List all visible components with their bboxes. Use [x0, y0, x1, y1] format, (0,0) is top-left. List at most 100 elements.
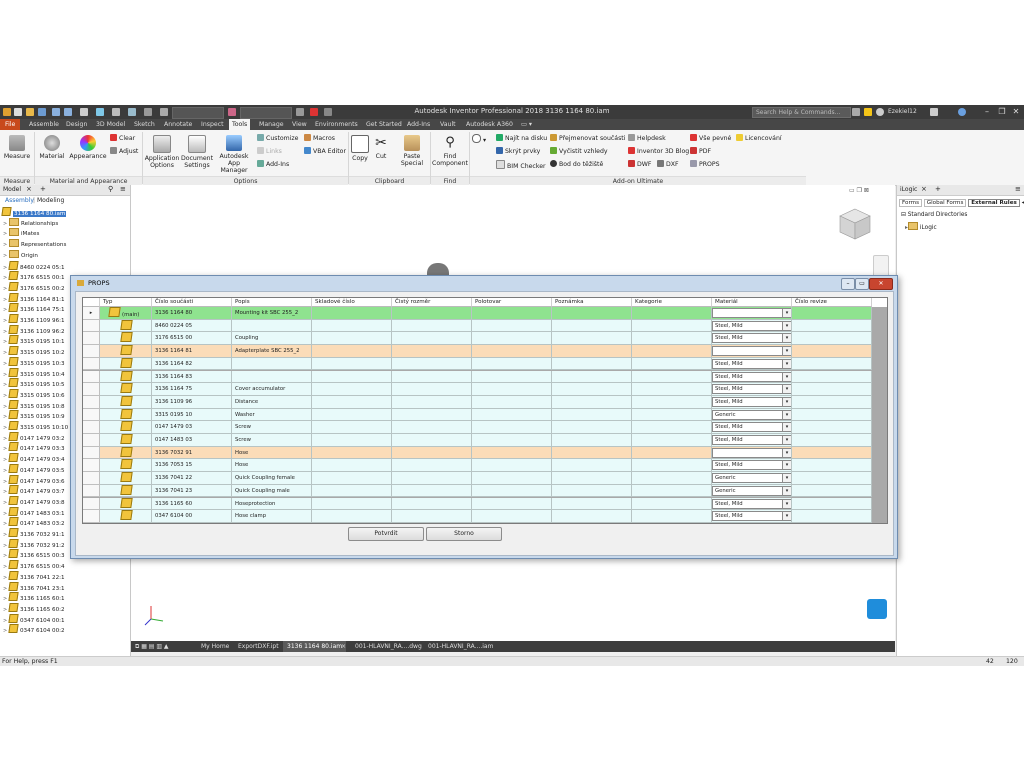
- type-cell[interactable]: [100, 472, 152, 485]
- grid-cell[interactable]: [552, 421, 632, 434]
- grid-cell[interactable]: [392, 459, 472, 473]
- grid-cell[interactable]: [472, 484, 552, 498]
- open-file-icon[interactable]: [26, 108, 34, 116]
- grid-cell[interactable]: [792, 446, 872, 460]
- grid-cell[interactable]: [632, 319, 712, 333]
- tree-item-ilogic[interactable]: ▸ iLogic: [905, 222, 937, 231]
- material-cell[interactable]: Steel, Mild ▾: [712, 395, 792, 409]
- grid-cell[interactable]: [392, 472, 472, 485]
- grid-cell[interactable]: [632, 307, 712, 320]
- grid-cell[interactable]: [312, 370, 392, 384]
- material-select[interactable]: ▾: [712, 346, 791, 357]
- dialog-maximize-button[interactable]: ▭: [855, 278, 869, 290]
- links-button[interactable]: Links: [257, 147, 282, 156]
- tab-inspect[interactable]: Inspect: [198, 119, 227, 130]
- grid-cell[interactable]: [392, 357, 472, 371]
- type-cell[interactable]: [100, 446, 152, 460]
- home-icon[interactable]: [80, 108, 88, 116]
- grid-cell[interactable]: [312, 307, 392, 320]
- grid-cell[interactable]: [472, 319, 552, 333]
- grid-cell[interactable]: [312, 472, 392, 485]
- column-header[interactable]: Číslo součásti: [152, 298, 232, 307]
- material-select[interactable]: ▾: [712, 308, 791, 318]
- clear-quick-icon[interactable]: [310, 108, 318, 116]
- description-cell[interactable]: Hoseprotection: [232, 497, 312, 511]
- grid-cell[interactable]: [392, 319, 472, 333]
- grid-cell[interactable]: [472, 472, 552, 485]
- cut-button[interactable]: ✂ Cut: [372, 135, 390, 160]
- tree-folder[interactable]: > Origin: [3, 249, 38, 261]
- grid-cell[interactable]: [312, 446, 392, 460]
- type-cell[interactable]: [100, 408, 152, 422]
- tab-3d-model[interactable]: 3D Model: [93, 119, 128, 130]
- tree-item[interactable]: >0147 1479 03:4: [3, 453, 65, 464]
- grid-cell[interactable]: [472, 408, 552, 422]
- table-row[interactable]: 0347 6104 00 Hose clamp Steel, Mild ▾: [83, 510, 872, 523]
- grid-cell[interactable]: [632, 395, 712, 409]
- description-cell[interactable]: Quick Coupling female: [232, 472, 312, 485]
- grid-cell[interactable]: [472, 332, 552, 346]
- dialog-minimize-button[interactable]: –: [841, 278, 855, 290]
- tab-assembly[interactable]: Assembly: [5, 197, 34, 204]
- material-cell[interactable]: Generic ▾: [712, 408, 792, 422]
- new-file-icon[interactable]: [14, 108, 22, 116]
- tree-item[interactable]: >3136 1109 96:1: [3, 314, 65, 325]
- table-row[interactable]: 3136 1165 60 Hoseprotection Steel, Mild ▾: [83, 497, 872, 511]
- tree-item[interactable]: >3315 0195 10:8: [3, 399, 65, 411]
- tree-item[interactable]: >0147 1479 03:7: [3, 485, 65, 496]
- material-select[interactable]: Steel, Mild ▾: [712, 460, 791, 471]
- measure-quick-icon[interactable]: [128, 108, 136, 116]
- najit-button[interactable]: Najít na disku: [496, 134, 547, 143]
- tree-item[interactable]: >0147 1483 03:2: [3, 517, 65, 528]
- tree-item[interactable]: >0147 1483 03:1: [3, 506, 65, 518]
- grid-cell[interactable]: [472, 383, 552, 396]
- tab-view[interactable]: View: [289, 119, 310, 130]
- tree-item[interactable]: >3136 7032 91:1: [3, 528, 65, 539]
- part-number-cell[interactable]: 3136 1109 96: [152, 395, 232, 409]
- grid-cell[interactable]: [552, 446, 632, 460]
- grid-cell[interactable]: [392, 484, 472, 498]
- grid-cell[interactable]: [472, 357, 552, 371]
- tree-item[interactable]: >3315 0195 10:3: [3, 356, 65, 368]
- share-view-icon[interactable]: [867, 599, 887, 619]
- appearance-combo[interactable]: [240, 107, 292, 119]
- chevron-down-icon[interactable]: ▾: [782, 436, 791, 444]
- grid-cell[interactable]: [392, 307, 472, 320]
- restore-button[interactable]: ❐: [995, 106, 1009, 117]
- properties-icon[interactable]: [144, 108, 152, 116]
- grid-cell[interactable]: [552, 357, 632, 371]
- table-row[interactable]: 3315 0195 10 Washer Generic ▾: [83, 408, 872, 422]
- chevron-down-icon[interactable]: ▾: [782, 499, 791, 508]
- viewport-window-controls[interactable]: ▭ ❐ ⊠: [849, 187, 869, 194]
- licencovani-button[interactable]: Licencování: [736, 134, 782, 143]
- grid-cell[interactable]: [792, 307, 872, 320]
- grid-cell[interactable]: [472, 510, 552, 523]
- dxf-button[interactable]: DXF: [657, 160, 679, 169]
- fx-icon[interactable]: [324, 108, 332, 116]
- grid-cell[interactable]: [312, 408, 392, 422]
- description-cell[interactable]: Quick Coupling male: [232, 484, 312, 498]
- part-number-cell[interactable]: 3315 0195 10: [152, 408, 232, 422]
- props-button[interactable]: PROPS: [690, 160, 720, 169]
- undo-icon[interactable]: [52, 108, 60, 116]
- chevron-down-icon[interactable]: ▾: [782, 309, 791, 317]
- type-cell[interactable]: [100, 421, 152, 434]
- material-cell[interactable]: Generic ▾: [712, 484, 792, 498]
- grid-cell[interactable]: [632, 357, 712, 371]
- tree-item[interactable]: >0147 1479 03:3: [3, 442, 65, 453]
- bim-button[interactable]: BIM Checker: [496, 160, 546, 171]
- description-cell[interactable]: Screw: [232, 421, 312, 434]
- column-header[interactable]: Kategorie: [632, 298, 712, 307]
- user-icon[interactable]: [876, 108, 884, 116]
- material-select[interactable]: Steel, Mild ▾: [712, 422, 791, 433]
- column-header[interactable]: Čistý rozměr: [392, 298, 472, 307]
- type-cell[interactable]: [100, 497, 152, 511]
- star-icon[interactable]: [864, 108, 872, 116]
- grid-cell[interactable]: [312, 510, 392, 523]
- description-cell[interactable]: Distance: [232, 395, 312, 409]
- grid-cell[interactable]: [472, 446, 552, 460]
- dialog-close-button[interactable]: ✕: [869, 278, 893, 290]
- minimize-button[interactable]: –: [980, 106, 994, 117]
- save-icon[interactable]: [38, 108, 46, 116]
- description-cell[interactable]: Screw: [232, 434, 312, 447]
